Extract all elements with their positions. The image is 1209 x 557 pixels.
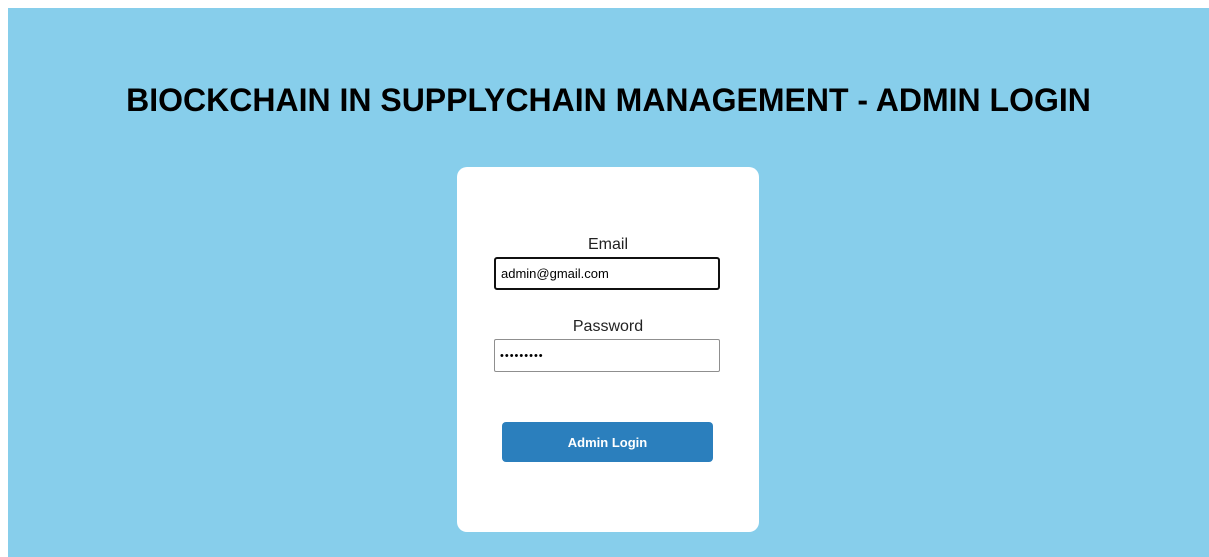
page-title: BIOCKCHAIN IN SUPPLYCHAIN MANAGEMENT - A… [126,82,1091,118]
email-label: Email [587,236,628,253]
page-background: BIOCKCHAIN IN SUPPLYCHAIN MANAGEMENT - A… [8,8,1209,557]
email-field[interactable] [494,257,720,290]
password-field[interactable] [494,339,720,372]
password-label: Password [572,318,644,335]
admin-login-button[interactable]: Admin Login [502,422,713,462]
login-card: Email Password Admin Login [457,167,759,532]
